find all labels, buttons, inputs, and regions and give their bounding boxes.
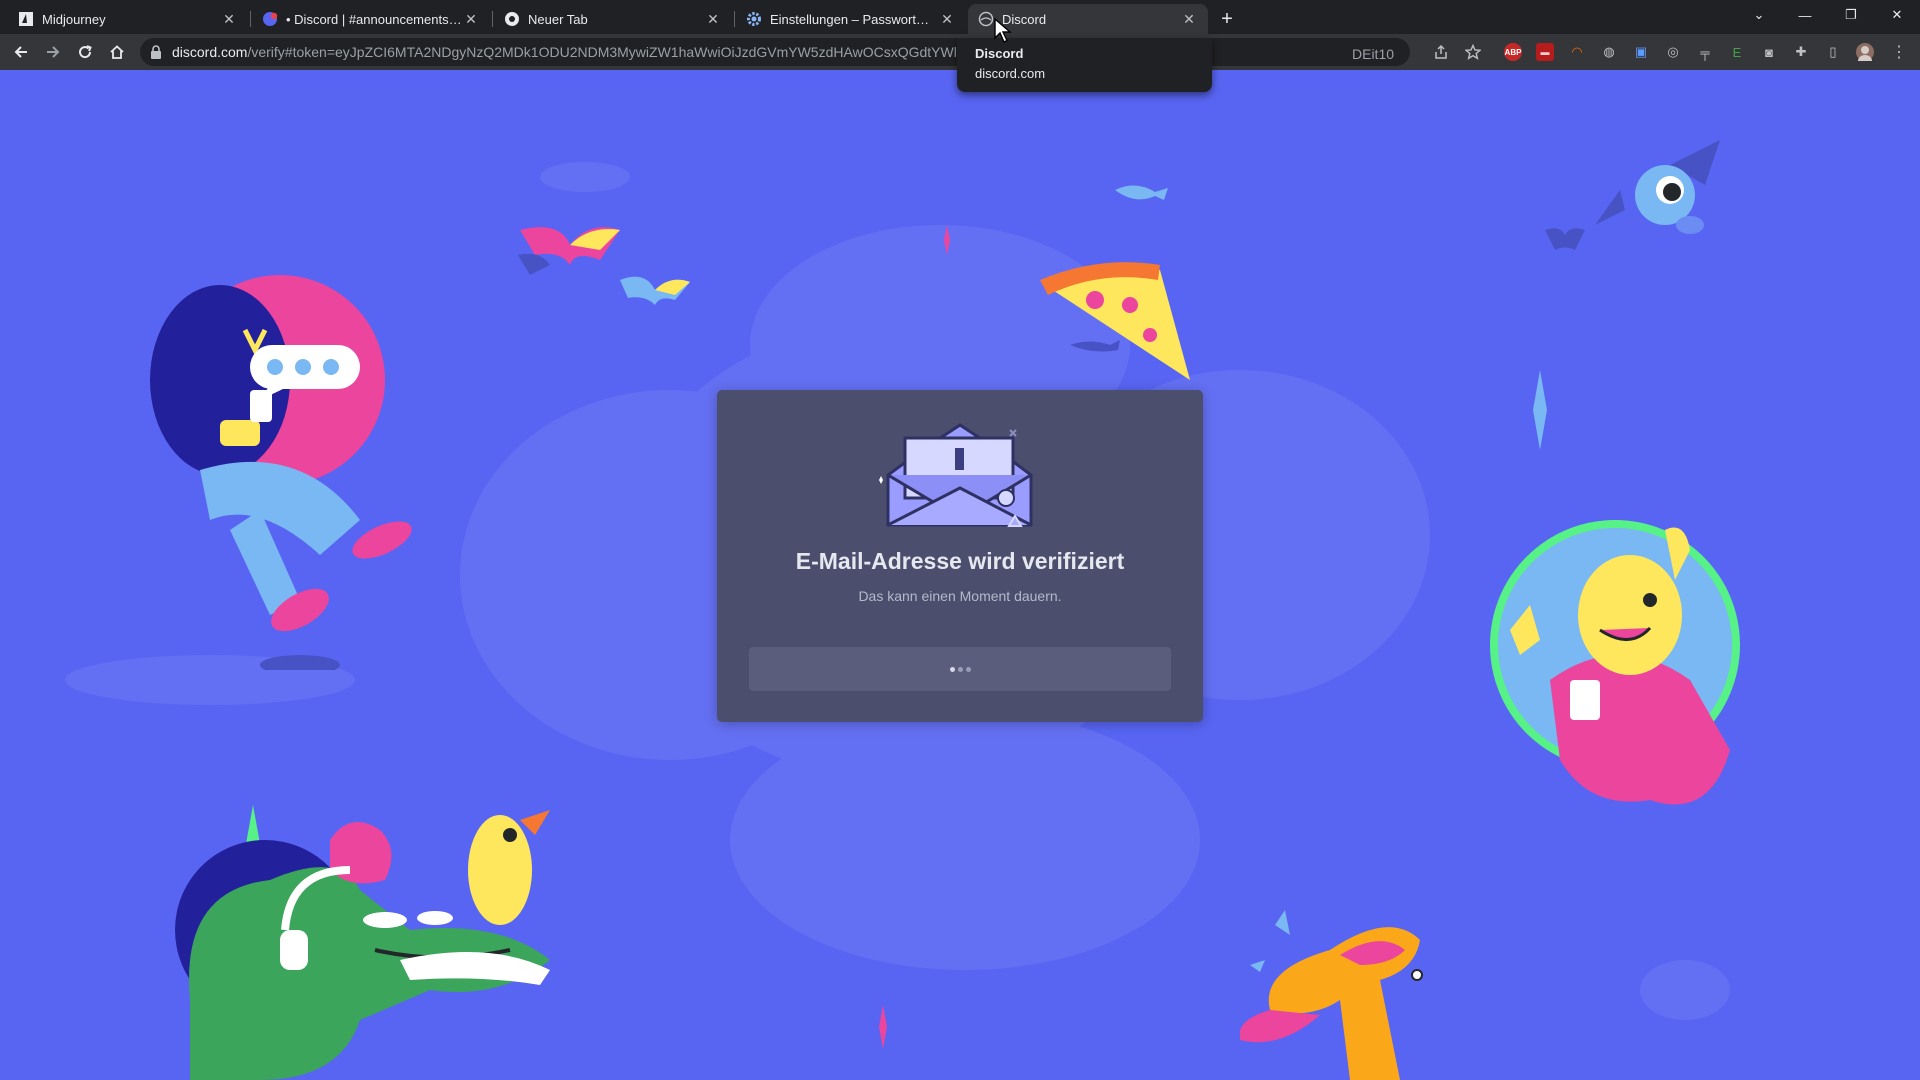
- background-cloud: [540, 162, 630, 192]
- verification-subtext: Das kann einen Moment dauern.: [858, 588, 1062, 604]
- extension-icon[interactable]: ▣: [1632, 43, 1650, 61]
- tab-title: Midjourney: [42, 11, 106, 27]
- address-bar[interactable]: discord.com/verify#token=eyJpZCI6MTA2NDg…: [140, 38, 1410, 66]
- tab-new-tab[interactable]: Neuer Tab ✕: [494, 4, 732, 34]
- flying-pizza-illustration: [1040, 185, 1190, 380]
- loading-dot: [965, 666, 971, 672]
- tab-title: Einstellungen – Passwortmanage…: [770, 11, 938, 27]
- sparkle-icon: [1533, 370, 1547, 450]
- tab-hover-tooltip: Discord discord.com: [957, 38, 1212, 92]
- tab-midjourney[interactable]: Midjourney ✕: [8, 4, 248, 34]
- bookmark-star-icon[interactable]: [1464, 43, 1482, 61]
- close-icon[interactable]: ✕: [938, 10, 956, 28]
- dragon-with-headphones-illustration: [175, 810, 550, 1080]
- screenshot-extension-icon[interactable]: ◙: [1760, 43, 1778, 61]
- tab-separator: [492, 11, 493, 27]
- extension-icon[interactable]: ◠: [1568, 43, 1586, 61]
- sparkle-icon: [879, 1005, 887, 1049]
- discord-icon: [262, 11, 278, 27]
- loading-button[interactable]: [749, 647, 1171, 691]
- profile-avatar[interactable]: [1856, 43, 1874, 61]
- verification-heading: E-Mail-Adresse wird verifiziert: [795, 548, 1125, 574]
- tab-discord-announcements[interactable]: • Discord | #announcements | M… ✕: [252, 4, 490, 34]
- character-on-chair-illustration: [150, 275, 412, 670]
- tooltip-host: discord.com: [975, 66, 1046, 81]
- tab-title: Neuer Tab: [528, 11, 588, 27]
- tab-title: Discord: [1002, 11, 1047, 27]
- url-path-end: DEit10: [1352, 46, 1395, 62]
- envelope-alert-icon: [879, 423, 1033, 527]
- puzzle-extensions-icon[interactable]: ✚: [1792, 43, 1810, 61]
- side-panel-icon[interactable]: ▯: [1824, 43, 1842, 61]
- extension-icon[interactable]: ╤: [1696, 43, 1714, 61]
- menu-kebab-icon[interactable]: ⋮: [1890, 43, 1908, 61]
- flying-books-illustration: [518, 227, 690, 305]
- bat-creature-illustration: [1595, 140, 1720, 234]
- close-icon[interactable]: ✕: [220, 10, 238, 28]
- close-icon[interactable]: ✕: [704, 10, 722, 28]
- window-close-icon[interactable]: ✕: [1874, 0, 1920, 30]
- settings-icon: [746, 11, 762, 27]
- new-tab-button[interactable]: +: [1213, 6, 1241, 32]
- tab-strip: Midjourney ✕ • Discord | #announcements …: [0, 0, 1920, 34]
- sparkle-icon: [944, 225, 950, 255]
- home-icon[interactable]: [104, 39, 130, 65]
- extension-icon[interactable]: ◍: [1600, 43, 1618, 61]
- adblock-extension-icon[interactable]: ABP: [1504, 43, 1522, 61]
- midjourney-icon: [18, 11, 34, 27]
- forward-arrow-icon[interactable]: [40, 39, 66, 65]
- discord-verify-page: E-Mail-Adresse wird verifiziert Das kann…: [0, 70, 1920, 1080]
- url-path: /verify#token=eyJpZCI6MTA2NDgyNzQ2MDk1OD…: [247, 44, 972, 60]
- tooltip-title: Discord: [975, 46, 1024, 61]
- close-icon[interactable]: ✕: [462, 10, 480, 28]
- background-cloud: [1640, 960, 1730, 1020]
- close-icon[interactable]: ✕: [1180, 10, 1198, 28]
- reload-icon[interactable]: [72, 39, 98, 65]
- chrome-icon: [504, 11, 520, 27]
- lock-icon: [151, 45, 161, 59]
- tab-title: • Discord | #announcements | M…: [286, 11, 462, 27]
- tab-separator: [734, 11, 735, 27]
- tab-search-icon[interactable]: ⌄: [1736, 0, 1782, 30]
- loading-dot: [957, 666, 963, 672]
- back-arrow-icon[interactable]: [8, 39, 34, 65]
- background-cloud: [730, 710, 1200, 970]
- restore-icon[interactable]: ❐: [1828, 0, 1874, 30]
- trumpet-creature-illustration: [1240, 910, 1423, 1080]
- minimize-icon[interactable]: —: [1782, 0, 1828, 30]
- share-icon[interactable]: [1432, 43, 1450, 61]
- url-host: discord.com: [172, 44, 248, 60]
- tab-settings-passwords[interactable]: Einstellungen – Passwortmanage… ✕: [736, 4, 966, 34]
- loading-dot: [949, 666, 955, 672]
- verification-card: E-Mail-Adresse wird verifiziert Das kann…: [717, 390, 1203, 722]
- extension-icon[interactable]: E: [1728, 43, 1746, 61]
- character-in-portal-illustration: [1490, 520, 1740, 805]
- tab-separator: [250, 11, 251, 27]
- globe-icon: [978, 11, 994, 27]
- bat-creature-illustration: [1545, 228, 1585, 250]
- extension-icon[interactable]: ◎: [1664, 43, 1682, 61]
- red-extension-icon[interactable]: ▬: [1536, 43, 1554, 61]
- mouse-cursor-icon: [994, 18, 1012, 43]
